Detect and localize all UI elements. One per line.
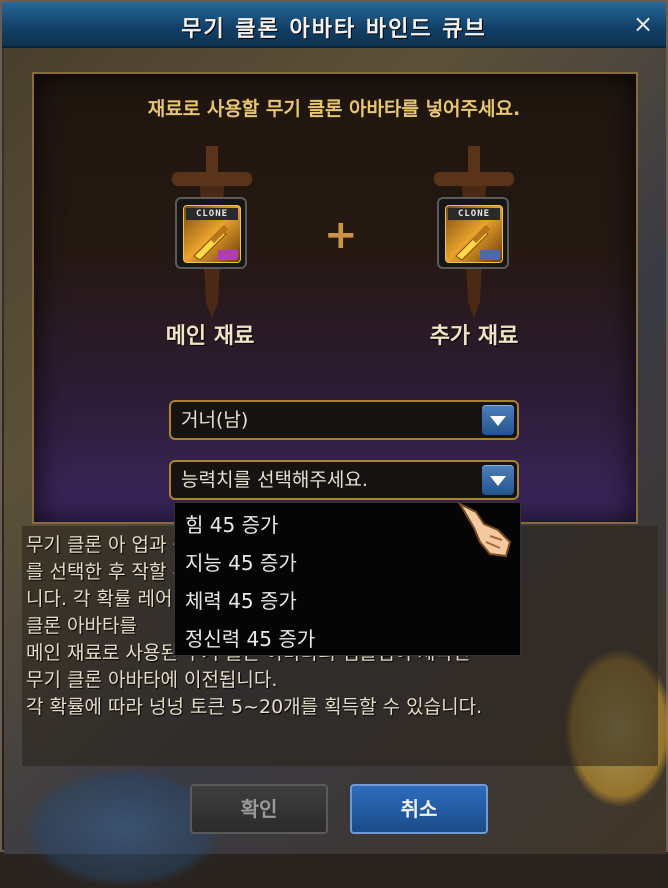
instruction-text: 재료로 사용할 무기 클론 아바타를 넣어주세요. xyxy=(147,98,521,120)
stat-select[interactable]: 능력치를 선택해주세요. xyxy=(169,460,519,500)
dropdown-option[interactable]: 체력 45 증가 xyxy=(185,585,297,614)
extra-material-slot[interactable]: CLONE xyxy=(437,197,509,269)
main-material-slot-area: CLONE xyxy=(162,142,262,342)
dropdown-option[interactable]: 지능 45 증가 xyxy=(185,547,297,576)
clone-tag: CLONE xyxy=(448,208,500,220)
item-badge-icon xyxy=(218,250,238,260)
main-material-label: 메인 재료 xyxy=(165,324,255,349)
description-line: 무기 클론 아바타에 이전됩니다. xyxy=(26,669,278,691)
clone-avatar-item: CLONE xyxy=(183,205,241,263)
job-select-value: 거너(남) xyxy=(181,409,249,431)
confirm-button[interactable]: 확인 xyxy=(190,784,328,834)
extra-material-label: 추가 재료 xyxy=(429,324,519,349)
cube-panel xyxy=(32,72,638,524)
close-button[interactable]: × xyxy=(630,11,656,37)
job-select[interactable]: 거너(남) xyxy=(169,400,519,440)
item-badge-icon xyxy=(480,250,500,260)
stat-select-value: 능력치를 선택해주세요. xyxy=(181,469,368,491)
clone-tag: CLONE xyxy=(186,208,238,220)
chevron-down-icon[interactable] xyxy=(482,465,514,495)
description-line: 각 확률에 따라 넝넝 토큰 5~20개를 획득할 수 있습니다. xyxy=(26,696,483,718)
dropdown-option[interactable]: 힘 45 증가 xyxy=(185,509,278,538)
cancel-button[interactable]: 취소 xyxy=(350,784,488,834)
clone-avatar-item: CLONE xyxy=(445,205,503,263)
dropdown-option[interactable]: 정신력 45 증가 xyxy=(185,623,315,652)
chevron-down-icon[interactable] xyxy=(482,405,514,435)
main-material-slot[interactable]: CLONE xyxy=(175,197,247,269)
plus-icon: + xyxy=(324,212,358,258)
hand-cursor-icon xyxy=(457,501,512,558)
title-bar[interactable]: 무기 클론 아바타 바인드 큐브 × xyxy=(2,2,666,48)
bind-cube-window: 무기 클론 아바타 바인드 큐브 × 무기 클론 아 업과 능력치 를 선택한 … xyxy=(0,0,668,888)
window-title: 무기 클론 아바타 바인드 큐브 xyxy=(181,17,487,42)
extra-material-slot-area: CLONE xyxy=(424,142,524,342)
